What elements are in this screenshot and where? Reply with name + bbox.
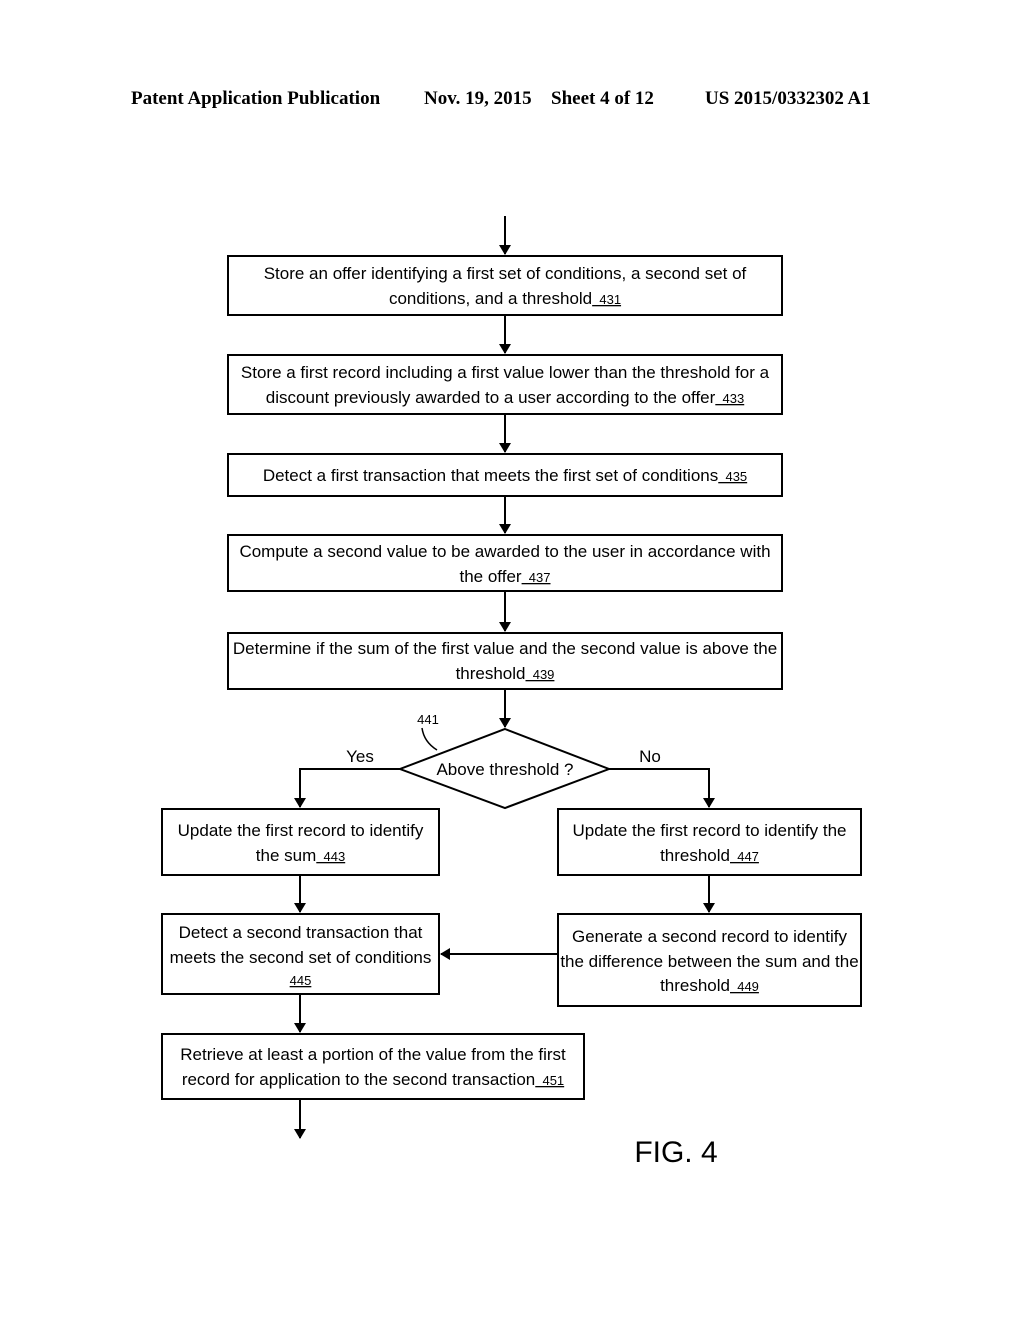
- process-box-451: [161, 1033, 585, 1100]
- reference-number: 431: [592, 292, 621, 307]
- reference-number: 451: [535, 1073, 564, 1088]
- decision-reference-number: 441: [417, 712, 439, 727]
- step-text-439: threshold 439: [456, 664, 555, 683]
- process-box-447: [557, 808, 862, 876]
- step-text-437: Compute a second value to be awarded to …: [239, 542, 770, 561]
- reference-number: 439: [526, 667, 555, 682]
- step-text-439: Determine if the sum of the first value …: [233, 639, 777, 658]
- figure-label: FIG. 4: [634, 1136, 717, 1169]
- reference-number: 447: [730, 849, 759, 864]
- step-text-445: Detect a second transaction that: [179, 923, 423, 942]
- arrow-yes-443: [294, 768, 400, 808]
- reference-number: 437: [522, 570, 551, 585]
- step-text-435: Detect a first transaction that meets th…: [263, 466, 747, 485]
- step-text-443: the sum 443: [256, 846, 345, 865]
- step-text-451: Retrieve at least a portion of the value…: [180, 1045, 566, 1064]
- reference-leader-line: [421, 727, 438, 751]
- reference-number: 445: [290, 973, 312, 988]
- step-text-445: 445: [290, 973, 312, 988]
- no-label: No: [639, 747, 661, 766]
- step-text-451: record for application to the second tra…: [182, 1070, 564, 1089]
- step-text-449: Generate a second record to identify: [572, 927, 847, 946]
- flowchart: Store an offer identifying a first set o…: [161, 216, 862, 1169]
- step-text-437: the offer 437: [460, 567, 551, 586]
- yes-label: Yes: [346, 747, 374, 766]
- arrow-no-447: [609, 768, 715, 808]
- step-text-443: Update the first record to identify: [178, 821, 424, 840]
- step-text-431: Store an offer identifying a first set o…: [264, 264, 747, 283]
- reference-number: 435: [718, 469, 747, 484]
- reference-number: 443: [316, 849, 345, 864]
- step-text-449: threshold 449: [660, 976, 759, 995]
- process-box-443: [161, 808, 440, 876]
- step-text-433: discount previously awarded to a user ac…: [266, 388, 744, 407]
- step-text-431: conditions, and a threshold 431: [389, 289, 621, 308]
- step-text-447: Update the first record to identify the: [572, 821, 846, 840]
- reference-number: 449: [730, 979, 759, 994]
- reference-number: 433: [715, 391, 744, 406]
- step-text-447: threshold 447: [660, 846, 759, 865]
- step-text-449: the difference between the sum and the: [560, 952, 858, 971]
- step-text-445: meets the second set of conditions: [170, 948, 432, 967]
- step-text-433: Store a first record including a first v…: [241, 363, 770, 382]
- decision-text: Above threshold ?: [436, 760, 573, 779]
